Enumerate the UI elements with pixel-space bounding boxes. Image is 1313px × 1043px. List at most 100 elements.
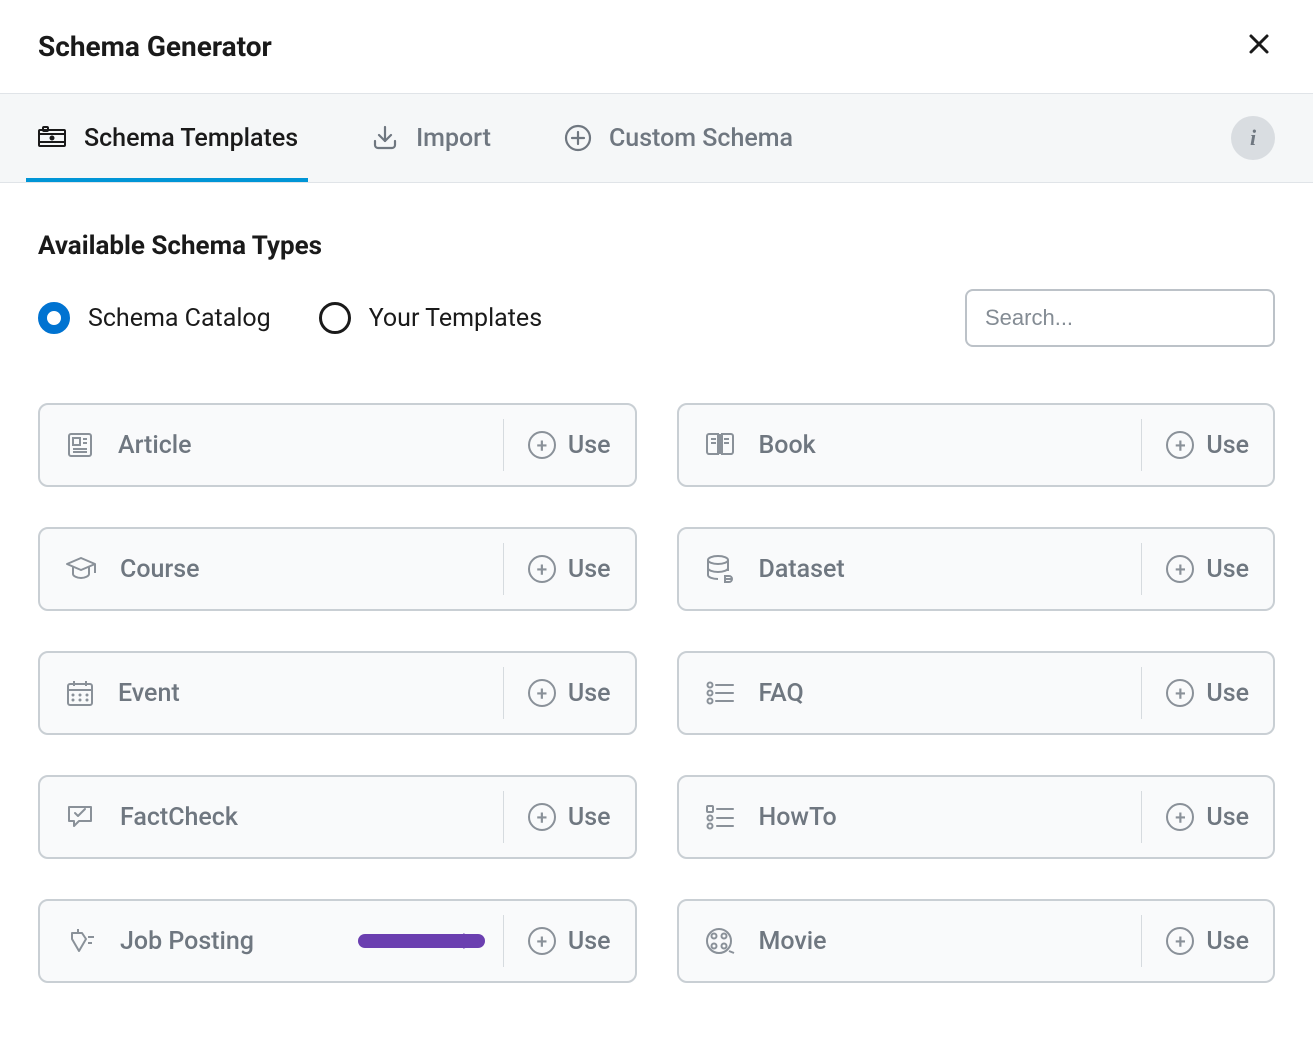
- use-label: Use: [1206, 555, 1249, 584]
- course-icon: [64, 553, 98, 585]
- use-label: Use: [1206, 679, 1249, 708]
- search-wrap: [965, 289, 1275, 347]
- use-button[interactable]: + Use: [1141, 419, 1273, 471]
- radio-indicator-icon: [319, 302, 351, 334]
- use-button[interactable]: + Use: [1141, 915, 1273, 967]
- use-label: Use: [1206, 927, 1249, 956]
- plus-circle-icon: [563, 123, 593, 153]
- card-body[interactable]: Movie: [679, 901, 1142, 981]
- plus-circle-icon: +: [1166, 927, 1194, 955]
- schema-grid: Article + Use: [38, 403, 1275, 983]
- controls-row: Schema Catalog Your Templates: [38, 289, 1275, 347]
- radio-group: Schema Catalog Your Templates: [38, 302, 542, 334]
- card-label: Dataset: [759, 555, 845, 584]
- use-button[interactable]: + Use: [1141, 791, 1273, 843]
- info-icon: i: [1250, 125, 1256, 151]
- card-label: FactCheck: [120, 803, 238, 832]
- use-button[interactable]: + Use: [503, 543, 635, 595]
- section-title: Available Schema Types: [38, 231, 1275, 261]
- use-label: Use: [568, 803, 611, 832]
- radio-schema-catalog[interactable]: Schema Catalog: [38, 302, 271, 334]
- modal-header: Schema Generator: [0, 0, 1313, 93]
- tab-custom-schema[interactable]: Custom Schema: [557, 94, 799, 182]
- event-icon: [64, 677, 96, 709]
- schema-card-howto: HowTo + Use: [677, 775, 1276, 859]
- use-label: Use: [568, 679, 611, 708]
- book-icon: [703, 429, 737, 461]
- card-body[interactable]: Article: [40, 405, 503, 485]
- plus-circle-icon: +: [1166, 431, 1194, 459]
- card-body[interactable]: Job Posting: [40, 901, 503, 981]
- schema-card-article: Article + Use: [38, 403, 637, 487]
- use-button[interactable]: + Use: [1141, 667, 1273, 719]
- use-label: Use: [568, 555, 611, 584]
- modal-body: Available Schema Types Schema Catalog Yo…: [0, 183, 1313, 1043]
- card-label: Article: [118, 431, 192, 460]
- card-body[interactable]: HowTo: [679, 777, 1142, 857]
- plus-circle-icon: +: [1166, 803, 1194, 831]
- radio-indicator-icon: [38, 302, 70, 334]
- plus-circle-icon: +: [1166, 555, 1194, 583]
- card-label: Movie: [759, 927, 827, 956]
- schema-card-course: Course + Use: [38, 527, 637, 611]
- schema-card-faq: FAQ + Use: [677, 651, 1276, 735]
- use-label: Use: [1206, 431, 1249, 460]
- modal-title: Schema Generator: [38, 30, 272, 63]
- dataset-icon: [703, 552, 737, 586]
- import-icon: [370, 123, 400, 153]
- use-button[interactable]: + Use: [503, 419, 635, 471]
- close-button[interactable]: [1243, 28, 1275, 65]
- radio-your-templates[interactable]: Your Templates: [319, 302, 542, 334]
- use-button[interactable]: + Use: [1141, 543, 1273, 595]
- plus-circle-icon: +: [1166, 679, 1194, 707]
- schema-card-factcheck: FactCheck + Use: [38, 775, 637, 859]
- tabs-row: Schema Templates Import Custom Schema: [0, 93, 1313, 183]
- card-label: Course: [120, 555, 200, 584]
- plus-circle-icon: +: [528, 927, 556, 955]
- card-body[interactable]: FactCheck: [40, 777, 503, 857]
- use-label: Use: [568, 431, 611, 460]
- card-body[interactable]: Dataset: [679, 529, 1142, 609]
- tab-label: Custom Schema: [609, 124, 793, 153]
- card-body[interactable]: FAQ: [679, 653, 1142, 733]
- card-body[interactable]: Book: [679, 405, 1142, 485]
- faq-icon: [703, 677, 737, 709]
- plus-circle-icon: +: [528, 803, 556, 831]
- tab-label: Import: [416, 124, 491, 153]
- schema-card-book: Book + Use: [677, 403, 1276, 487]
- tab-import[interactable]: Import: [364, 94, 497, 182]
- card-label: Book: [759, 431, 816, 460]
- search-input[interactable]: [965, 289, 1275, 347]
- radio-label: Schema Catalog: [88, 304, 271, 333]
- use-label: Use: [568, 927, 611, 956]
- use-button[interactable]: + Use: [503, 915, 635, 967]
- use-button[interactable]: + Use: [503, 791, 635, 843]
- tab-label: Schema Templates: [84, 124, 298, 153]
- tab-schema-templates[interactable]: Schema Templates: [30, 94, 304, 182]
- card-label: Event: [118, 679, 180, 708]
- templates-icon: [36, 122, 68, 154]
- tabs: Schema Templates Import Custom Schema: [30, 94, 799, 182]
- howto-icon: [703, 801, 737, 833]
- card-label: HowTo: [759, 803, 837, 832]
- card-body[interactable]: Event: [40, 653, 503, 733]
- use-button[interactable]: + Use: [503, 667, 635, 719]
- movie-icon: [703, 925, 737, 957]
- jobposting-icon: [64, 925, 98, 957]
- factcheck-icon: [64, 801, 98, 833]
- info-button[interactable]: i: [1231, 116, 1275, 160]
- use-label: Use: [1206, 803, 1249, 832]
- schema-card-dataset: Dataset + Use: [677, 527, 1276, 611]
- schema-card-event: Event + Use: [38, 651, 637, 735]
- close-icon: [1247, 32, 1271, 56]
- card-label: FAQ: [759, 679, 804, 708]
- radio-label: Your Templates: [369, 304, 542, 333]
- schema-card-jobposting: Job Posting + Use: [38, 899, 637, 983]
- plus-circle-icon: +: [528, 431, 556, 459]
- card-body[interactable]: Course: [40, 529, 503, 609]
- schema-card-movie: Movie + Use: [677, 899, 1276, 983]
- card-label: Job Posting: [120, 927, 254, 956]
- plus-circle-icon: +: [528, 679, 556, 707]
- article-icon: [64, 429, 96, 461]
- schema-generator-modal: Schema Generator Schema Templates: [0, 0, 1313, 1043]
